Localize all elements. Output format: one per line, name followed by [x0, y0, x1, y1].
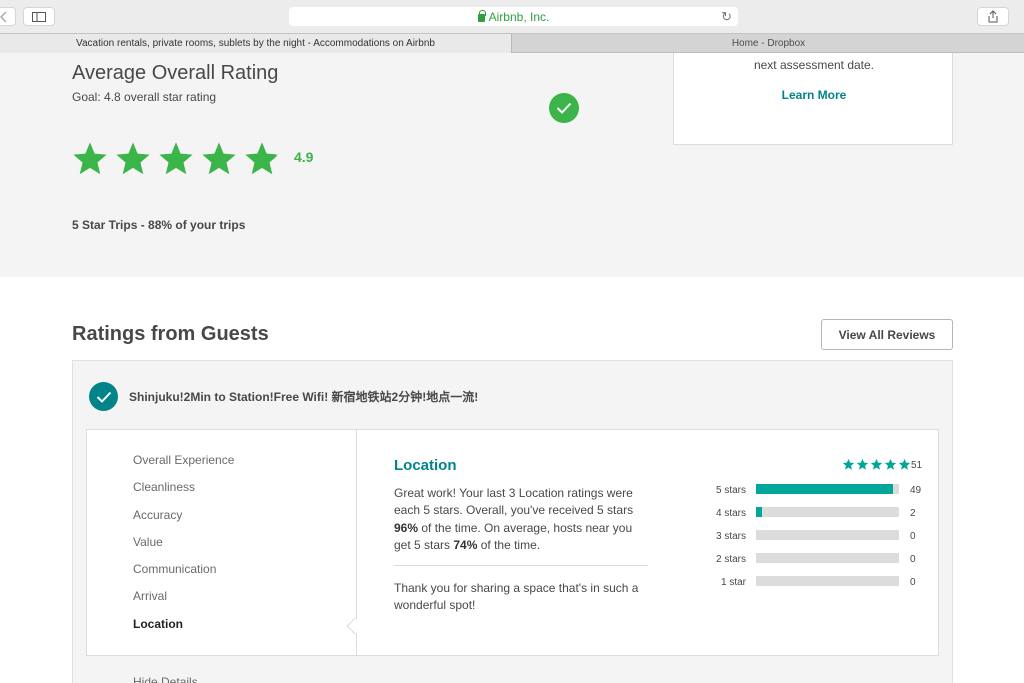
- star-icon: [202, 142, 236, 175]
- rating-category-list: Overall Experience Cleanliness Accuracy …: [133, 453, 234, 644]
- breakdown-row: 1 star 0: [690, 576, 930, 590]
- ratings-title: Ratings from Guests: [72, 323, 269, 345]
- star-icon: [898, 458, 911, 470]
- star-icon: [116, 142, 150, 175]
- five-star-trips: 5 Star Trips - 88% of your trips: [72, 218, 246, 232]
- category-star-rating: [842, 458, 911, 471]
- breakdown-row: 3 stars 0: [690, 530, 930, 544]
- star-icon: [870, 458, 883, 470]
- category-accuracy[interactable]: Accuracy: [133, 508, 234, 535]
- breakdown-track: [756, 576, 899, 586]
- breakdown-label: 5 stars: [715, 485, 746, 496]
- overall-star-rating: [71, 140, 281, 180]
- tab-label: Vacation rentals, private rooms, sublets…: [76, 38, 435, 49]
- tab-dropbox[interactable]: Home - Dropbox: [513, 34, 1024, 53]
- category-cleanliness[interactable]: Cleanliness: [133, 480, 234, 507]
- address-bar[interactable]: Airbnb, Inc. ↻: [289, 7, 738, 26]
- breakdown-track: [756, 553, 899, 563]
- category-summary: Great work! Your last 3 Location ratings…: [394, 485, 644, 554]
- learn-more-link[interactable]: Learn More: [674, 88, 954, 102]
- breakdown-count: 0: [910, 577, 916, 588]
- sidebar-icon: [32, 11, 46, 22]
- review-total-count: 51: [911, 460, 923, 471]
- breakdown-track: [756, 484, 899, 494]
- share-button[interactable]: [977, 7, 1009, 26]
- listing-title: Shinjuku!2Min to Station!Free Wifi! 新宿地铁…: [129, 390, 479, 404]
- view-all-reviews-button[interactable]: View All Reviews: [821, 319, 953, 350]
- category-communication[interactable]: Communication: [133, 562, 234, 589]
- star-icon: [884, 458, 897, 470]
- address-bar-text: Airbnb, Inc.: [488, 9, 550, 24]
- overall-rating-value: 4.9: [294, 149, 314, 165]
- breakdown-label: 2 stars: [715, 554, 746, 565]
- hide-details-link[interactable]: Hide Details: [133, 675, 198, 683]
- breakdown-count: 49: [910, 485, 922, 496]
- back-button[interactable]: [0, 7, 16, 26]
- tab-label: Home - Dropbox: [731, 38, 806, 49]
- lock-icon: [477, 9, 486, 22]
- category-arrival[interactable]: Arrival: [133, 589, 234, 616]
- summary-text-1: Great work! Your last 3 Location ratings…: [394, 486, 634, 518]
- summary-pct-hosts: 74%: [453, 537, 478, 552]
- overall-goal: Goal: 4.8 overall star rating: [72, 90, 217, 104]
- star-icon-partial: [245, 142, 279, 175]
- breakdown-row: 5 stars 49: [690, 484, 930, 498]
- breakdown-track: [756, 507, 899, 517]
- overall-rating-title: Average Overall Rating: [72, 62, 279, 84]
- star-icon: [73, 142, 107, 175]
- breakdown-label: 4 stars: [715, 508, 746, 519]
- category-location[interactable]: Location: [133, 617, 234, 644]
- breakdown-track: [756, 530, 899, 540]
- assessment-text: next assessment date.: [753, 58, 875, 72]
- breakdown-label: 3 stars: [715, 531, 746, 542]
- breakdown-count: 0: [910, 531, 916, 542]
- summary-text-3: of the time.: [477, 537, 541, 552]
- chevron-left-icon: [0, 10, 7, 23]
- listing-check-icon: [89, 382, 118, 411]
- summary-pct-you: 96%: [394, 520, 419, 535]
- tab-airbnb[interactable]: Vacation rentals, private rooms, sublets…: [0, 34, 512, 53]
- breakdown-row: 2 stars 0: [690, 553, 930, 567]
- breakdown-bar: [756, 507, 762, 517]
- separator: [394, 565, 648, 566]
- breakdown-bar: [756, 484, 894, 494]
- selected-category-title: Location: [394, 457, 457, 474]
- guest-comment: Thank you for sharing a space that's in …: [394, 581, 639, 613]
- share-icon: [988, 10, 998, 23]
- star-icon: [842, 458, 855, 470]
- reload-icon[interactable]: ↻: [721, 9, 732, 25]
- category-overall-experience[interactable]: Overall Experience: [133, 453, 234, 480]
- breakdown-row: 4 stars 2: [690, 507, 930, 521]
- goal-met-check-icon: [549, 93, 579, 123]
- star-icon: [159, 142, 193, 175]
- breakdown-count: 0: [910, 554, 916, 565]
- star-icon: [856, 458, 869, 470]
- category-value[interactable]: Value: [133, 535, 234, 562]
- browser-toolbar: Airbnb, Inc. ↻: [0, 0, 1024, 33]
- sidebar-button[interactable]: [23, 7, 55, 26]
- tab-bar: Vacation rentals, private rooms, sublets…: [0, 33, 1024, 53]
- breakdown-count: 2: [910, 508, 916, 519]
- breakdown-label: 1 star: [720, 577, 746, 588]
- assessment-card: next assessment date. Learn More: [673, 53, 953, 145]
